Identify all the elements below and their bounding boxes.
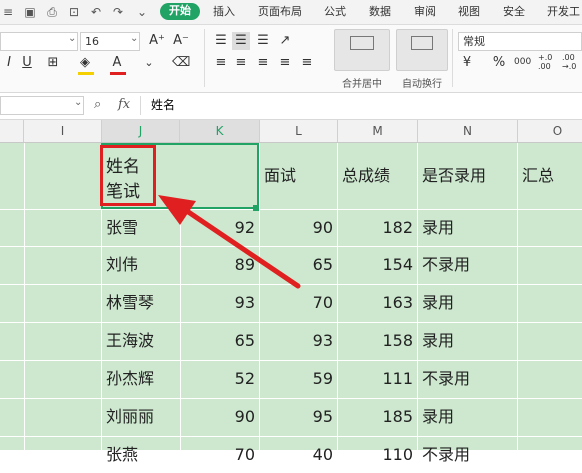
align-top-icon[interactable]: ☰ [212, 32, 230, 50]
annotation-arrow [158, 195, 301, 289]
annotation-arrow-shaft [175, 202, 301, 289]
redo-icon[interactable]: ↷ [110, 4, 126, 20]
underline-icon[interactable]: U [18, 54, 36, 72]
align-right-icon[interactable]: ≡ [254, 54, 272, 72]
tab-data[interactable]: 数据 [369, 4, 391, 20]
tab-security[interactable]: 安全 [503, 4, 525, 20]
merge-cells-icon [350, 36, 374, 50]
tab-page-layout[interactable]: 页面布局 [258, 4, 302, 20]
align-center-icon[interactable]: ≡ [232, 54, 250, 72]
decrease-decimal-icon[interactable]: .00 →.0 [562, 53, 582, 71]
ribbon-toolbar: ⌄ 16 ⌄ A⁺ A⁻ I U ⊞ ◈ A ⌄ ⌫ ☰ ☰ ☰ ↗ ≡ ≡ ≡… [0, 25, 582, 93]
column-header-i[interactable]: I [24, 120, 102, 142]
chevron-down-icon: ⌄ [74, 97, 83, 108]
eraser-icon[interactable]: ⌫ [172, 54, 190, 72]
column-header-n[interactable]: N [418, 120, 518, 142]
menu-tab-bar: ≡ ▣ ⎙ ⊡ ↶ ↷ ⌄ 开始 插入 页面布局 公式 数据 审阅 视图 安全 … [0, 0, 582, 25]
customize-toolbar-icon[interactable]: ⌄ [134, 4, 150, 20]
column-header-row: I J K L M N O [0, 120, 582, 143]
column-header-k[interactable]: K [180, 120, 260, 142]
wrap-text-label: 自动换行 [402, 79, 442, 90]
formula-input[interactable]: 姓名 [140, 96, 582, 115]
currency-icon[interactable]: ¥ [458, 54, 476, 72]
save-icon[interactable]: ▣ [22, 4, 38, 20]
menu-icon[interactable]: ≡ [0, 4, 16, 20]
tab-formulas[interactable]: 公式 [324, 4, 346, 20]
ribbon-separator [452, 29, 453, 87]
corner-cell[interactable] [0, 120, 24, 142]
font-color-swatch [110, 72, 126, 75]
merge-center-button[interactable] [334, 29, 390, 71]
formula-bar: ⌄ ⌕ fx 姓名 [0, 93, 582, 120]
wrap-text-icon [411, 36, 433, 50]
fill-color-swatch [78, 72, 94, 75]
chevron-down-icon[interactable]: ⌄ [140, 54, 158, 72]
decrease-font-icon[interactable]: A⁻ [172, 32, 190, 50]
tab-view[interactable]: 视图 [458, 4, 480, 20]
tab-review[interactable]: 审阅 [414, 4, 436, 20]
name-box[interactable] [0, 96, 84, 115]
fx-icon[interactable]: fx [118, 97, 130, 112]
thousands-separator-icon[interactable]: 000 [514, 57, 531, 67]
chevron-down-icon: ⌄ [130, 33, 139, 44]
undo-icon[interactable]: ↶ [88, 4, 104, 20]
number-format-dropdown[interactable]: 常规 [458, 32, 582, 51]
align-left-icon[interactable]: ≡ [212, 54, 230, 72]
column-header-o[interactable]: O [518, 120, 582, 142]
column-header-j[interactable]: J [102, 120, 180, 142]
chevron-down-icon: ⌄ [68, 33, 77, 44]
italic-icon[interactable]: I [0, 54, 18, 72]
annotation-arrow-head [158, 195, 196, 225]
ribbon-separator [204, 29, 205, 87]
font-color-icon[interactable]: A [108, 54, 126, 72]
sheet-grid[interactable]: 姓名 笔试 面试 总成绩 是否录用 汇总 张雪 92 90 182 录用 刘伟 … [0, 143, 582, 464]
column-header-l[interactable]: L [260, 120, 338, 142]
tab-start[interactable]: 开始 [160, 3, 200, 20]
tab-insert[interactable]: 插入 [213, 4, 235, 20]
column-header-m[interactable]: M [338, 120, 418, 142]
font-name-dropdown[interactable] [0, 32, 78, 51]
align-bottom-icon[interactable]: ☰ [254, 32, 272, 50]
align-middle-icon[interactable]: ☰ [232, 32, 250, 50]
tab-developer[interactable]: 开发工 [547, 4, 580, 20]
percent-icon[interactable]: % [490, 54, 508, 72]
fill-color-icon[interactable]: ◈ [76, 54, 94, 72]
merge-center-label: 合并居中 [342, 79, 382, 90]
borders-icon[interactable]: ⊞ [44, 54, 62, 72]
zoom-icon[interactable]: ⌕ [94, 97, 101, 112]
print-icon[interactable]: ⎙ [44, 4, 60, 20]
increase-decimal-icon[interactable]: +.0 .00 [538, 53, 558, 71]
distributed-icon[interactable]: ≡ [298, 54, 316, 72]
increase-font-icon[interactable]: A⁺ [148, 32, 166, 50]
wrap-text-button[interactable] [396, 29, 448, 71]
justify-icon[interactable]: ≡ [276, 54, 294, 72]
rotate-text-icon[interactable]: ↗ [276, 32, 294, 50]
print-preview-icon[interactable]: ⊡ [66, 4, 82, 20]
